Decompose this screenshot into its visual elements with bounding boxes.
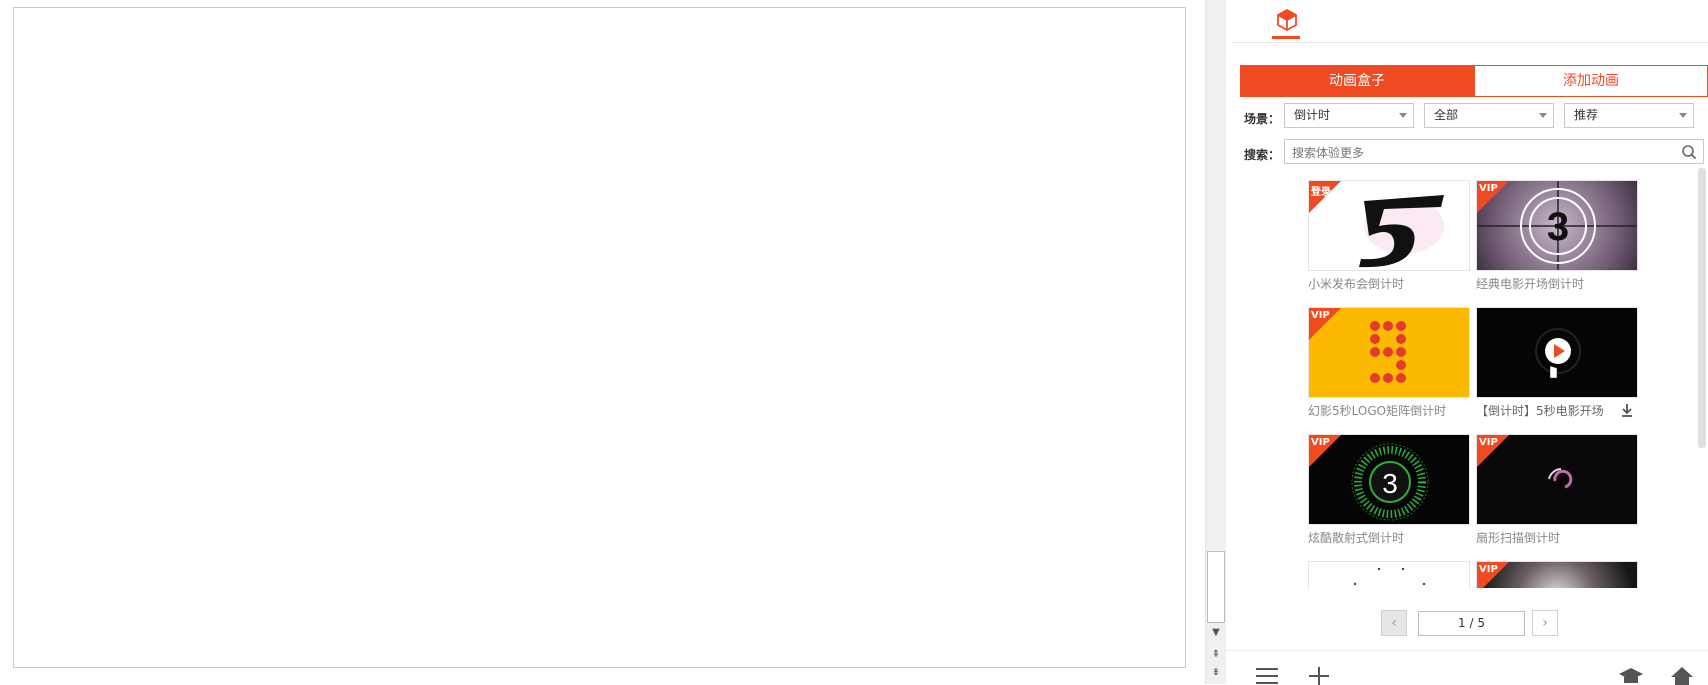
search-box[interactable]: [1284, 139, 1704, 165]
tab-animation-box[interactable]: 动画盒子: [1240, 65, 1474, 97]
badge-label: 登录: [1311, 187, 1331, 198]
type-select-value: 全部: [1434, 108, 1459, 122]
panel-scrollbar-thumb[interactable]: [1698, 168, 1706, 448]
card-title: 炫酷散射式倒计时: [1308, 531, 1405, 545]
card-thumbnail[interactable]: [1308, 561, 1470, 588]
animation-card[interactable]: 【倒计时】5秒电影开场: [1476, 307, 1638, 419]
tab-add-animation[interactable]: 添加动画: [1474, 65, 1708, 97]
animation-card[interactable]: VIP 幻影5秒LOGO矩阵倒计时: [1308, 307, 1470, 419]
graduation-cap-icon[interactable]: [1618, 665, 1644, 685]
search-icon[interactable]: [1681, 144, 1697, 160]
card-thumbnail[interactable]: VIP: [1476, 434, 1638, 525]
animation-card[interactable]: 3 VIP 经典电影开场倒计时: [1476, 180, 1638, 292]
play-preview-overlay: [1535, 328, 1581, 379]
menu-icon[interactable]: [1254, 665, 1280, 685]
badge-label: VIP: [1479, 564, 1498, 575]
dots-image: [1353, 567, 1426, 586]
card-title: 扇形扫描倒计时: [1476, 531, 1561, 545]
card-thumbnail[interactable]: 登录: [1308, 180, 1470, 271]
chevron-down-icon: [1679, 113, 1687, 118]
card-title: 经典电影开场倒计时: [1476, 277, 1585, 291]
search-input[interactable]: [1285, 140, 1674, 165]
scroll-prev-page-icon[interactable]: ⇞: [1206, 648, 1226, 662]
home-icon[interactable]: [1669, 665, 1695, 685]
sort-select-value: 推荐: [1574, 108, 1599, 122]
animation-card[interactable]: VIP: [1476, 561, 1638, 588]
sort-select[interactable]: 推荐: [1564, 103, 1694, 128]
chevron-down-icon: [1399, 113, 1407, 118]
search-label: 搜索：: [1244, 148, 1281, 162]
page-indicator[interactable]: 1 / 5: [1418, 611, 1525, 636]
card-thumbnail[interactable]: VIP: [1308, 307, 1470, 398]
editor-vertical-scrollbar[interactable]: ▼ ⇞ ⇟: [1205, 0, 1226, 684]
badge-label: VIP: [1479, 437, 1498, 448]
active-tab-indicator: [1272, 36, 1300, 39]
card-title: 【倒计时】5秒电影开场: [1476, 404, 1604, 418]
card-title: 小米发布会倒计时: [1308, 277, 1405, 291]
chevron-down-icon: [1539, 113, 1547, 118]
card-thumbnail[interactable]: VIP: [1476, 561, 1638, 588]
badge-label: VIP: [1311, 437, 1330, 448]
badge-label: VIP: [1311, 310, 1330, 321]
animation-card[interactable]: VIP 扇形扫描倒计时: [1476, 434, 1638, 546]
card-thumbnail[interactable]: [1476, 307, 1638, 398]
plus-icon[interactable]: [1306, 665, 1332, 685]
scroll-next-page-icon[interactable]: ⇟: [1206, 666, 1226, 680]
panel-tab-bar: [1232, 0, 1708, 43]
badge-label: VIP: [1479, 183, 1498, 194]
scrollbar-thumb[interactable]: [1207, 551, 1225, 623]
animation-card[interactable]: [1308, 561, 1470, 588]
animation-grid: 登录 小米发布会倒计时 3 VIP 经典电影开场倒计时 VIP 幻影5秒LOGO…: [1308, 180, 1648, 588]
segmented-control: 动画盒子 添加动画: [1240, 65, 1708, 97]
download-icon[interactable]: [1620, 403, 1634, 417]
slide-canvas[interactable]: [13, 7, 1186, 668]
scene-label: 场景：: [1244, 112, 1281, 126]
scroll-down-arrow-icon[interactable]: ▼: [1206, 626, 1226, 640]
scene-select[interactable]: 倒计时: [1284, 103, 1414, 128]
animation-panel: 动画盒子 添加动画 场景： 倒计时 全部 推荐 搜索： 搜索体验更多 登录 小米…: [1226, 0, 1708, 685]
card-thumbnail[interactable]: 3 VIP: [1308, 434, 1470, 525]
svg-text:3: 3: [1382, 468, 1398, 499]
animation-card[interactable]: 3 VIP 炫酷散射式倒计时: [1308, 434, 1470, 546]
prev-page-button[interactable]: ‹: [1381, 610, 1407, 636]
cube-icon[interactable]: [1275, 8, 1299, 32]
type-select[interactable]: 全部: [1424, 103, 1554, 128]
next-page-button[interactable]: ›: [1532, 610, 1558, 636]
card-title: 幻影5秒LOGO矩阵倒计时: [1308, 404, 1447, 418]
scene-select-value: 倒计时: [1294, 108, 1331, 122]
card-thumbnail[interactable]: 3 VIP: [1476, 180, 1638, 271]
svg-text:3: 3: [1547, 205, 1569, 249]
animation-card[interactable]: 登录 小米发布会倒计时: [1308, 180, 1470, 292]
